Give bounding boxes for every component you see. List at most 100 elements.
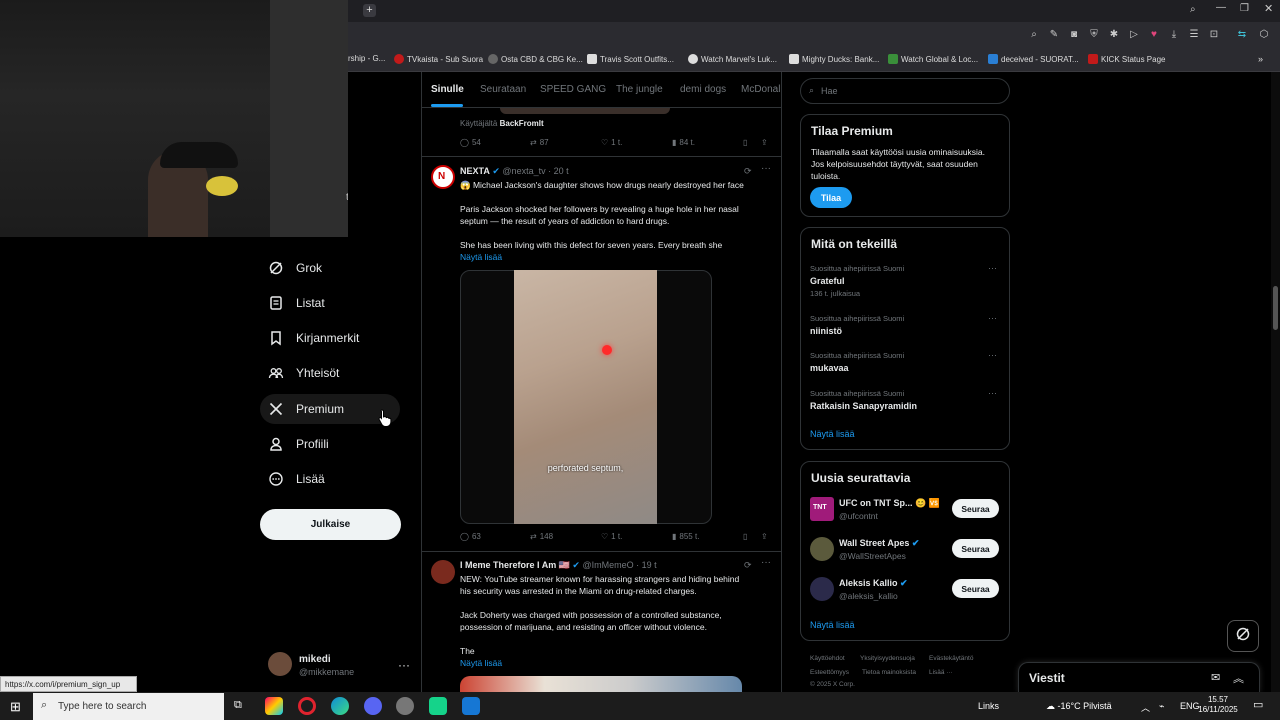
bookmark-item[interactable]: Mighty Ducks: Bank... [789,54,879,64]
avatar[interactable] [431,560,455,584]
author-name[interactable]: NEXTA [460,166,490,176]
window-close-button[interactable]: ✕ [1264,2,1273,15]
search-input[interactable]: Hae [821,86,838,96]
search-icon[interactable]: ⌕ [1028,29,1040,41]
bookmark-button[interactable]: ▯ [743,532,747,541]
new-message-icon[interactable]: ✉ [1211,671,1220,684]
bookmark-item[interactable]: rship - G... [348,54,385,63]
reply-button[interactable]: ◯ 54 [460,138,481,147]
footer-link[interactable]: Lisää ··· [929,669,953,676]
trend-name[interactable]: Ratkaisin Sanapyramidin [810,401,917,411]
bookmark-item[interactable]: Travis Scott Outfits... [587,54,674,64]
grok-analyze-icon[interactable]: ⟳ [744,560,752,571]
nav-lists[interactable]: Listat [260,288,400,318]
byline-user[interactable]: BackFromIt [500,119,544,128]
tray-overflow-icon[interactable]: ︿ [1141,701,1150,714]
tab-demi-dogs[interactable]: demi dogs [680,84,726,95]
trends-show-more-link[interactable]: Näytä lisää [810,429,855,439]
footer-link[interactable]: Yksityisyydensuoja [860,655,915,662]
tab-speed-gang[interactable]: SPEED GANG [540,84,606,95]
search-box[interactable]: ⌕ Hae [800,78,1010,104]
author-handle[interactable]: @nexta_tv [502,166,545,176]
post-button[interactable]: Julkaise [260,509,401,540]
window-minimize-button[interactable]: — [1216,2,1226,13]
bookmark-item[interactable]: deceived - SUORAT... [988,54,1079,64]
page-scrollbar[interactable] [1271,72,1280,692]
taskbar-search[interactable]: ⌕ Type here to search [33,693,224,720]
nav-more[interactable]: Lisää [260,464,400,494]
follow-name[interactable]: Wall Street Apes ✔ [839,538,919,549]
heart-icon[interactable]: ♥ [1148,29,1160,41]
trend-more-icon[interactable]: ··· [988,263,997,273]
tab-mcdonal[interactable]: McDonal [741,84,780,95]
footer-link[interactable]: Tietoa mainoksista [862,669,916,676]
new-tab-button[interactable]: + [363,4,376,17]
taskbar-search-input[interactable]: Type here to search [58,701,146,712]
reply-button[interactable]: ◯ 63 [460,532,481,541]
window-restore-button[interactable]: ❐ [1240,3,1249,14]
tweet-media-image[interactable] [514,270,657,524]
follow-button[interactable]: Seuraa [952,539,999,558]
repost-button[interactable]: ⇄ 148 [530,532,553,541]
follow-name[interactable]: Aleksis Kallio ✔ [839,578,908,589]
taskbar-app-icon[interactable] [429,697,447,715]
trend-name[interactable]: mukavaa [810,363,849,373]
trend-name[interactable]: Grateful [810,276,845,286]
share-button[interactable]: ⇪ [761,138,768,147]
windows-start-icon[interactable]: ⊞ [10,699,21,715]
bookmarks-overflow-icon[interactable]: » [1258,54,1263,64]
task-view-icon[interactable]: ⧉ [234,699,242,712]
tab-for-you[interactable]: Sinulle [431,84,464,95]
expand-icon[interactable]: ︽ [1233,670,1244,686]
scrollbar-thumb[interactable] [1273,286,1278,330]
discord-icon[interactable] [364,697,382,715]
grok-floating-button[interactable] [1227,620,1259,652]
footer-link[interactable]: Evästekäytäntö [929,655,973,662]
grok-analyze-icon[interactable]: ⟳ [744,166,752,177]
show-more-link[interactable]: Näytä lisää [460,657,502,669]
window-search-icon[interactable]: ⌕ [1190,4,1196,15]
extension-icon[interactable]: ✱ [1108,29,1120,41]
opera-icon[interactable] [298,697,316,715]
bookmark-item[interactable]: KICK Status Page [1088,54,1165,64]
author-handle[interactable]: @ImMemeO [582,560,633,570]
notifications-icon[interactable]: ▭ [1253,698,1263,711]
follow-show-more-link[interactable]: Näytä lisää [810,620,855,630]
trend-name[interactable]: niinistö [810,326,842,336]
author-name[interactable]: I Meme Therefore I Am 🇺🇸 [460,560,570,570]
edit-icon[interactable]: ✎ [1048,29,1060,41]
avatar[interactable] [810,537,834,561]
nav-grok[interactable]: Grok [260,253,400,283]
bookmark-item[interactable]: TVkaista - Sub Suora [394,54,483,64]
edge-icon[interactable] [331,697,349,715]
tweet-media[interactable] [460,676,742,692]
tab-following[interactable]: Seurataan [480,84,526,95]
play-icon[interactable]: ▷ [1128,29,1140,41]
network-icon[interactable]: ⌁ [1159,701,1164,712]
repost-button[interactable]: ⇄ 87 [530,138,549,147]
show-more-link[interactable]: Näytä lisää [460,251,502,263]
footer-link[interactable]: Käyttöehdot [810,655,845,662]
tweet-more-icon[interactable]: ··· [761,557,771,568]
bookmark-item[interactable]: Watch Global & Loc... [888,54,978,64]
taskbar-clock[interactable]: 15.57 16/11/2025 [1197,695,1239,715]
nav-communities[interactable]: Yhteisöt [260,358,400,388]
account-more-icon[interactable]: ··· [398,658,410,672]
trend-more-icon[interactable]: ··· [988,350,997,360]
bookmark-button[interactable]: ▯ [743,138,747,147]
taskbar-links[interactable]: Links [978,701,999,711]
avatar[interactable] [810,577,834,601]
sidebar-toggle-icon[interactable]: ⇆ [1236,29,1248,41]
messages-drawer[interactable]: Viestit ✉ ︽ [1018,662,1260,692]
extensions-icon[interactable]: ⬡ [1258,29,1270,41]
shield-icon[interactable]: ⛨ [1088,29,1100,41]
tab-the-jungle[interactable]: The jungle [616,84,663,95]
lock-icon[interactable]: ⊡ [1208,29,1220,41]
nav-bookmarks[interactable]: Kirjanmerkit [260,323,400,353]
taskbar-app-icon[interactable] [396,697,414,715]
follow-button[interactable]: Seuraa [952,499,999,518]
trend-more-icon[interactable]: ··· [988,388,997,398]
views-button[interactable]: ▮ 855 t. [672,532,699,541]
bookmark-item[interactable]: Osta CBD & CBG Ke... [488,54,583,64]
menu-icon[interactable]: ☰ [1188,29,1200,41]
